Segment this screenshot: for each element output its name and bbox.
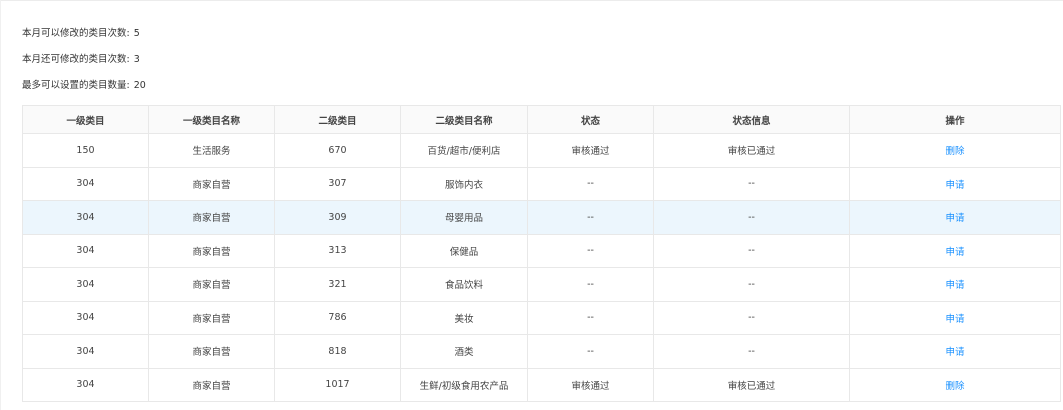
cell-action: 申请 bbox=[849, 200, 1061, 235]
cell-l2-id: 321 bbox=[274, 267, 401, 302]
cell-status: -- bbox=[527, 334, 654, 369]
delete-link[interactable]: 删除 bbox=[945, 146, 964, 157]
top-border bbox=[0, 0, 1063, 1]
apply-link[interactable]: 申请 bbox=[945, 213, 964, 224]
max-categories-label: 最多可以设置的类目数量: bbox=[22, 80, 130, 91]
cell-action: 申请 bbox=[849, 166, 1061, 201]
cell-action: 申请 bbox=[849, 334, 1061, 369]
table-row: 304 商家自营 313 保健品 -- -- 申请 bbox=[22, 233, 1061, 268]
cell-l1-name: 商家自营 bbox=[148, 200, 275, 235]
cell-action: 申请 bbox=[849, 267, 1061, 302]
cell-status: -- bbox=[527, 233, 654, 268]
cell-l2-id: 309 bbox=[274, 200, 401, 235]
cell-status-info: 审核已通过 bbox=[653, 133, 850, 168]
cell-l1-id: 304 bbox=[22, 334, 149, 369]
cell-action: 删除 bbox=[849, 367, 1061, 402]
apply-link[interactable]: 申请 bbox=[945, 180, 964, 191]
header-l1-id: 一级类目 bbox=[22, 105, 149, 134]
apply-link[interactable]: 申请 bbox=[945, 314, 964, 325]
table-header-row: 一级类目 一级类目名称 二级类目 二级类目名称 状态 状态信息 操作 bbox=[22, 105, 1061, 134]
cell-l2-id: 670 bbox=[274, 133, 401, 168]
delete-link[interactable]: 删除 bbox=[945, 381, 964, 392]
cell-status: -- bbox=[527, 267, 654, 302]
cell-status-info: -- bbox=[653, 300, 850, 335]
cell-l1-name: 商家自营 bbox=[148, 300, 275, 335]
cell-status: 审核通过 bbox=[527, 133, 654, 168]
remaining-changes-label: 本月还可修改的类目次数: bbox=[22, 54, 130, 65]
cell-l2-id: 1017 bbox=[274, 367, 401, 402]
cell-l1-id: 304 bbox=[22, 300, 149, 335]
cell-status-info: -- bbox=[653, 334, 850, 369]
cell-status-info: -- bbox=[653, 166, 850, 201]
remaining-changes-value: 3 bbox=[133, 54, 140, 65]
cell-l2-id: 307 bbox=[274, 166, 401, 201]
cell-l1-name: 商家自营 bbox=[148, 233, 275, 268]
cell-l2-id: 786 bbox=[274, 300, 401, 335]
cell-action: 申请 bbox=[849, 233, 1061, 268]
cell-status-info: -- bbox=[653, 200, 850, 235]
cell-l1-id: 150 bbox=[22, 133, 149, 168]
header-l2-name: 二级类目名称 bbox=[400, 105, 528, 134]
cell-status-info: -- bbox=[653, 267, 850, 302]
category-table: 一级类目 一级类目名称 二级类目 二级类目名称 状态 状态信息 操作 150 生… bbox=[22, 105, 1061, 402]
max-categories-value: 20 bbox=[133, 80, 146, 91]
cell-l1-name: 商家自营 bbox=[148, 166, 275, 201]
cell-l1-name: 商家自营 bbox=[148, 367, 275, 402]
cell-l1-name: 商家自营 bbox=[148, 267, 275, 302]
table-row: 304 商家自营 1017 生鲜/初级食用农产品 审核通过 审核已通过 删除 bbox=[22, 367, 1061, 402]
cell-status-info: 审核已通过 bbox=[653, 367, 850, 402]
table-row: 304 商家自营 818 酒类 -- -- 申请 bbox=[22, 334, 1061, 369]
cell-l2-name: 百货/超市/便利店 bbox=[400, 133, 528, 168]
cell-l1-id: 304 bbox=[22, 233, 149, 268]
cell-action: 申请 bbox=[849, 300, 1061, 335]
remaining-changes-line: 本月还可修改的类目次数: 3 bbox=[22, 52, 146, 78]
header-action: 操作 bbox=[849, 105, 1061, 134]
apply-link[interactable]: 申请 bbox=[945, 247, 964, 258]
cell-l1-name: 生活服务 bbox=[148, 133, 275, 168]
header-status-info: 状态信息 bbox=[653, 105, 850, 134]
cell-l1-name: 商家自营 bbox=[148, 334, 275, 369]
table-row: 304 商家自营 786 美妆 -- -- 申请 bbox=[22, 300, 1061, 335]
cell-status: -- bbox=[527, 166, 654, 201]
cell-l2-id: 818 bbox=[274, 334, 401, 369]
cell-l1-id: 304 bbox=[22, 267, 149, 302]
cell-status: 审核通过 bbox=[527, 367, 654, 402]
table-row: 150 生活服务 670 百货/超市/便利店 审核通过 审核已通过 删除 bbox=[22, 133, 1061, 168]
monthly-changes-line: 本月可以修改的类目次数: 5 bbox=[22, 26, 146, 52]
header-l2-id: 二级类目 bbox=[274, 105, 401, 134]
cell-l1-id: 304 bbox=[22, 166, 149, 201]
table-row: 304 商家自营 321 食品饮料 -- -- 申请 bbox=[22, 267, 1061, 302]
table-row: 304 商家自营 307 服饰内衣 -- -- 申请 bbox=[22, 166, 1061, 201]
cell-l2-name: 食品饮料 bbox=[400, 267, 528, 302]
cell-l2-name: 美妆 bbox=[400, 300, 528, 335]
cell-status-info: -- bbox=[653, 233, 850, 268]
cell-l1-id: 304 bbox=[22, 367, 149, 402]
monthly-changes-label: 本月可以修改的类目次数: bbox=[22, 28, 130, 39]
cell-status: -- bbox=[527, 300, 654, 335]
cell-l2-name: 生鲜/初级食用农产品 bbox=[400, 367, 528, 402]
cell-l2-name: 服饰内衣 bbox=[400, 166, 528, 201]
header-status: 状态 bbox=[527, 105, 654, 134]
left-border bbox=[0, 0, 1, 410]
cell-l2-name: 保健品 bbox=[400, 233, 528, 268]
table-row: 304 商家自营 309 母婴用品 -- -- 申请 bbox=[22, 200, 1061, 235]
max-categories-line: 最多可以设置的类目数量: 20 bbox=[22, 78, 146, 104]
cell-status: -- bbox=[527, 200, 654, 235]
apply-link[interactable]: 申请 bbox=[945, 347, 964, 358]
category-quota-info: 本月可以修改的类目次数: 5 本月还可修改的类目次数: 3 最多可以设置的类目数… bbox=[22, 26, 146, 104]
monthly-changes-value: 5 bbox=[133, 28, 140, 39]
header-l1-name: 一级类目名称 bbox=[148, 105, 275, 134]
cell-l2-name: 酒类 bbox=[400, 334, 528, 369]
apply-link[interactable]: 申请 bbox=[945, 280, 964, 291]
cell-l2-id: 313 bbox=[274, 233, 401, 268]
cell-l1-id: 304 bbox=[22, 200, 149, 235]
cell-action: 删除 bbox=[849, 133, 1061, 168]
cell-l2-name: 母婴用品 bbox=[400, 200, 528, 235]
